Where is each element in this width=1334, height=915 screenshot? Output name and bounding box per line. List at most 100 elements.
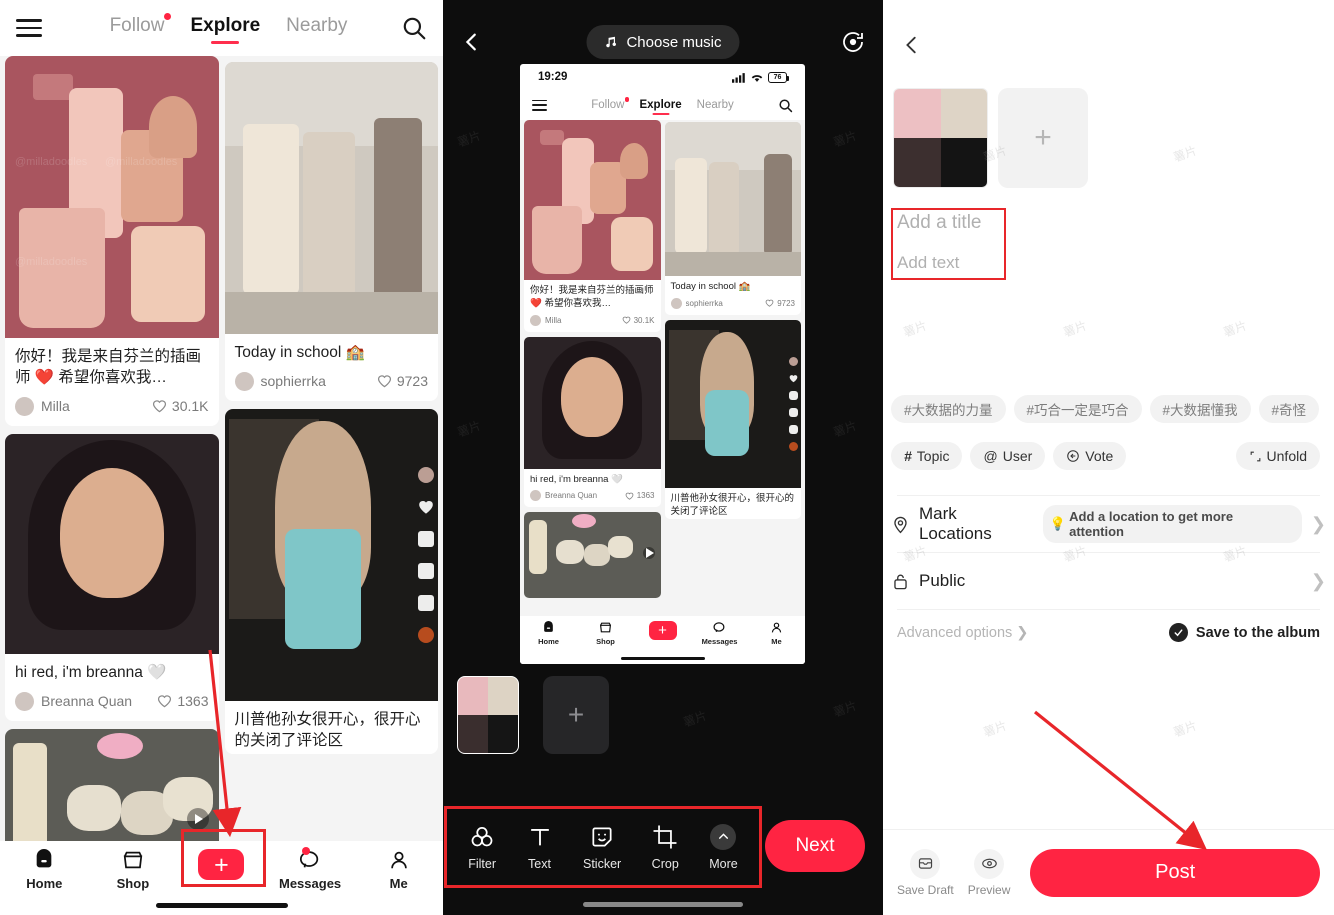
tool-crop[interactable]: Crop [652,824,679,871]
choose-music-button[interactable]: Choose music [586,25,740,59]
editor-top-bar: Choose music [443,22,883,62]
tab-explore-label: Explore [190,15,261,36]
revert-icon[interactable] [841,30,865,54]
follow-notification-dot [624,97,630,102]
nav-item-me[interactable]: Me [354,849,443,891]
media-thumbnail[interactable] [457,676,519,754]
search-icon[interactable] [401,15,427,41]
tool-text[interactable]: Text [527,824,553,871]
nav-item-messages[interactable]: Messages [266,847,355,891]
card-caption: 川普他孙女很开心，很开心的关闭了评论区 [234,710,421,749]
preview-bottom-nav: Home Shop + Messages Me [520,616,805,664]
next-button[interactable]: Next [765,820,865,872]
tool-filter[interactable]: Filter [468,824,496,871]
tool-more[interactable]: More [709,823,738,871]
feed-card[interactable]: 川普他孙女很开心，很开心的关闭了评论区 [224,408,438,754]
tab-follow[interactable]: Follow [110,13,172,41]
share-icon[interactable] [418,594,434,611]
visibility-row[interactable]: Public ❯ [891,553,1326,609]
feed-top-bar: Follow Explore Nearby [0,0,443,56]
card-meta: sophierrka 9723 [225,366,439,401]
heart-icon[interactable] [418,499,434,515]
feed-card: hi red, i'm breanna 🤍 Breanna Quan 1363 [524,336,661,508]
mark-locations-row[interactable]: Mark Locations 💡 Add a location to get m… [891,496,1326,552]
media-thumbnail[interactable] [893,88,988,188]
comment-icon [789,390,798,400]
search-icon[interactable] [778,98,793,113]
tab-follow[interactable]: Follow [591,97,630,111]
media-thumbnail-strip: + [457,676,609,754]
music-note-icon [606,36,616,48]
editor-toolbar: Filter Text Sticker Crop More [447,809,759,885]
cellular-signal-icon [732,72,745,83]
tool-label: More [709,856,738,871]
feed-card[interactable]: Today in school 🏫 sophierrka 9723 [224,62,439,401]
suggested-tag[interactable]: #大数据懂我 [1149,395,1251,423]
tab-nearby-label: Nearby [286,15,348,36]
play-icon [642,546,655,559]
nav-item-shop[interactable]: Shop [89,849,178,891]
action-topic[interactable]: # Topic [891,442,963,470]
suggested-tag[interactable]: #巧合一定是巧合 [1013,395,1142,423]
action-label: User [1002,448,1033,464]
save-draft-button[interactable]: Save Draft [897,848,954,897]
advanced-options-link[interactable]: Advanced options ❯ [897,625,1028,641]
author-avatar-icon[interactable] [418,466,434,483]
tab-explore[interactable]: Explore [639,99,681,111]
card-author: Milla [41,398,70,415]
feed-card: 你好！我是来自芬兰的插画师 ❤️ 希望你喜欢我… Milla 30.1K [524,120,661,332]
author-avatar-icon [789,356,798,366]
card-image: @milladoodles @milladoodles @milladoodle… [5,56,219,338]
feed-scroll-area[interactable]: @milladoodles @milladoodles @milladoodle… [0,56,443,841]
chevron-left-icon[interactable] [901,34,923,56]
tab-nearby[interactable]: Nearby [286,15,347,41]
feed-card[interactable]: @milladoodles @milladoodles @milladoodle… [5,56,219,426]
card-likes[interactable]: 9723 [377,373,428,389]
card-image [5,433,219,654]
card-likes[interactable]: 30.1K [152,398,209,414]
nav-item-shop: Shop [577,621,634,646]
comment-icon[interactable] [418,530,434,547]
action-user[interactable]: @ User [970,442,1046,470]
tool-sticker[interactable]: Sticker [583,824,621,871]
tab-explore[interactable]: Explore [190,15,260,41]
card-meta: sophierrka 9723 [665,295,802,315]
tab-nearby[interactable]: Nearby [697,99,734,111]
editor-preview-canvas[interactable]: 19:29 76 Follow Explore Nearby 你好！我是来自芬兰… [520,64,805,664]
bulb-emoji: 💡 [1049,516,1067,531]
suggested-tag[interactable]: #大数据的力量 [891,395,1006,423]
check-icon [1168,623,1188,642]
hamburger-icon[interactable] [532,99,547,111]
feed-card[interactable] [5,728,219,841]
card-likes: 30.1K [622,316,655,325]
heart-icon [377,375,391,388]
video-side-rail [788,320,799,488]
feed-card[interactable]: hi red, i'm breanna 🤍 Breanna Quan 1363 [5,433,219,721]
card-author: sophierrka [685,298,723,308]
body-text-input[interactable]: Add text [897,253,959,273]
title-input[interactable]: Add a title [897,212,982,234]
music-disc-icon [789,441,798,451]
suggested-tags-row: #大数据的力量 #巧合一定是巧合 #大数据懂我 #奇怪 [891,395,1320,423]
suggested-tag[interactable]: #奇怪 [1258,395,1320,423]
bookmark-icon[interactable] [418,562,434,579]
tool-label: Filter [468,856,497,871]
action-vote[interactable]: Vote [1053,442,1127,470]
filter-circles-icon [471,826,493,846]
play-icon[interactable] [186,807,209,830]
post-button[interactable]: Post [1030,848,1320,897]
preview-column-left: 你好！我是来自芬兰的插画师 ❤️ 希望你喜欢我… Milla 30.1K hi … [524,120,661,599]
music-disc-icon[interactable] [418,626,434,643]
preview-button[interactable]: Preview [968,848,1010,897]
home-indicator [583,902,743,907]
nav-item-home[interactable]: Home [0,849,89,891]
add-media-button[interactable]: + [543,676,609,754]
add-media-button[interactable]: + [998,88,1088,188]
save-to-album-toggle[interactable]: Save to the album [1168,623,1320,642]
chevron-left-icon[interactable] [461,31,483,53]
card-likes[interactable]: 1363 [157,693,209,709]
media-row: + [893,88,1088,188]
hamburger-icon[interactable] [16,19,42,37]
unfold-button[interactable]: Unfold [1235,442,1320,470]
panel-feed: Follow Explore Nearby @milladoodles 你好！我… [0,0,443,915]
